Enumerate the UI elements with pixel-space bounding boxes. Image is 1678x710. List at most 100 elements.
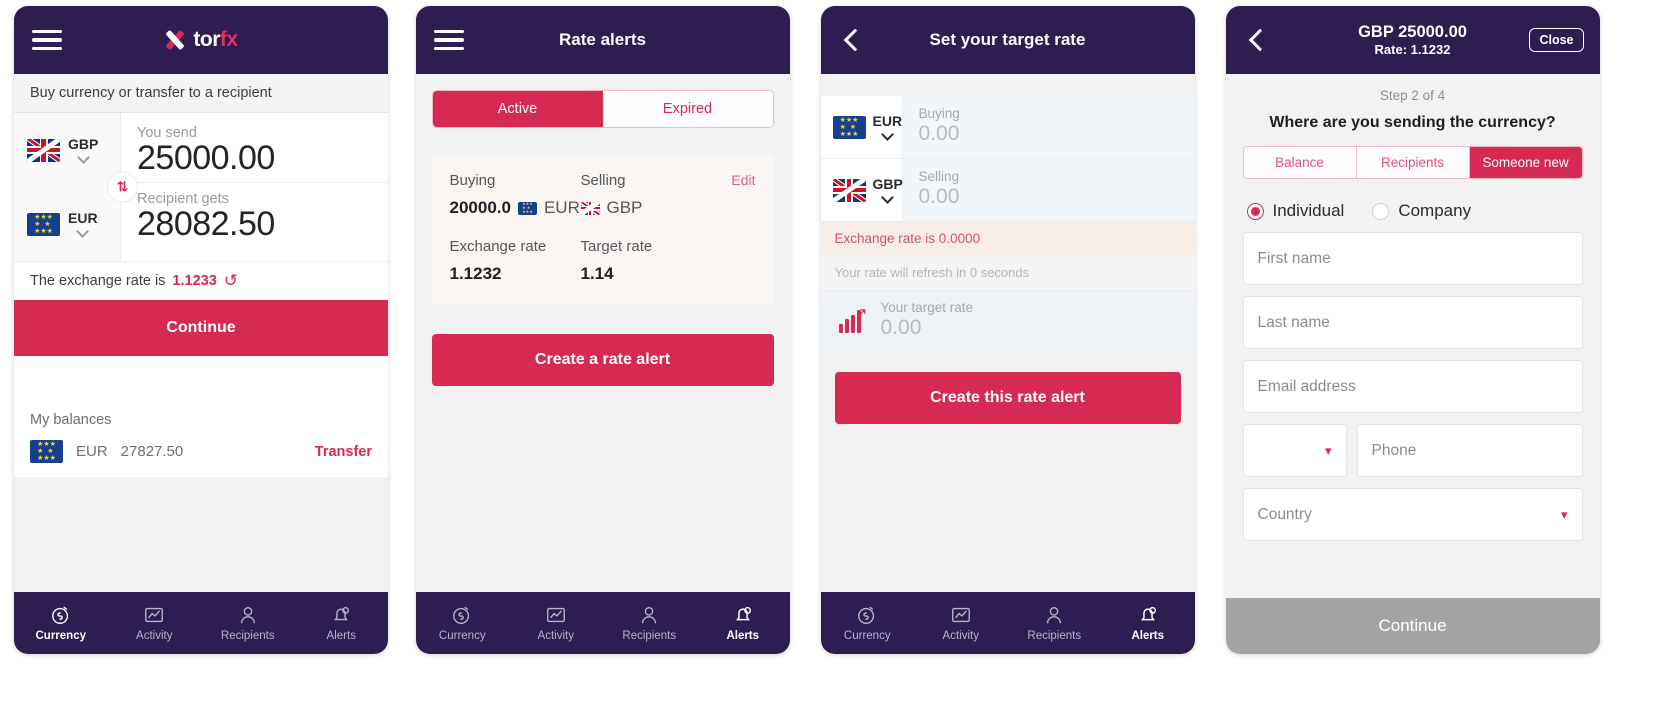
continue-button[interactable]: Continue: [1225, 598, 1600, 654]
radio-individual[interactable]: Individual: [1246, 201, 1344, 221]
exchange-rate-value: 1.1233: [172, 272, 217, 289]
phone-screen-set-target-rate: Set your target rate ★★★ ★ ★ ★★★ EUR Buyin…: [820, 6, 1195, 654]
country-select[interactable]: Country ▾: [1242, 488, 1583, 541]
nav-label-recipients: Recipients: [220, 630, 275, 642]
phone-row: ▾ Phone: [1242, 424, 1583, 477]
buying-label: Buying: [918, 106, 960, 121]
send-currency-code: GBP: [68, 135, 99, 152]
chart-icon: [143, 604, 165, 626]
hamburger-icon[interactable]: [32, 25, 62, 56]
nav-label-currency: Currency: [438, 630, 486, 642]
bell-icon: [732, 604, 754, 626]
bar-chart-up-icon: ↗: [838, 306, 868, 333]
phone-slot-3: Set your target rate ★★★ ★ ★ ★★★ EUR Buyin…: [805, 0, 1210, 710]
chevron-left-icon[interactable]: [1244, 27, 1270, 53]
swap-vertical-icon[interactable]: ⇅: [107, 171, 138, 203]
currency-clock-icon: [856, 604, 878, 626]
email-field[interactable]: Email address: [1242, 360, 1583, 413]
chevron-down-icon: ▾: [1324, 443, 1332, 458]
nav-item-currency[interactable]: Currency: [416, 592, 510, 654]
create-rate-alert-button[interactable]: Create a rate alert: [431, 334, 774, 386]
recipient-gets-amount[interactable]: 28082.50: [137, 205, 388, 244]
eu-flag-icon: ★★★ ★ ★ ★★★: [30, 440, 63, 463]
bottom-nav: Currency Activity Recipients Alerts: [14, 592, 388, 654]
nav-label-recipients: Recipients: [622, 630, 677, 642]
hamburger-icon[interactable]: [433, 25, 464, 56]
app-header: GBP 25000.00 Rate: 1.1232 Close: [1225, 6, 1600, 74]
refresh-icon[interactable]: ↺: [224, 272, 238, 289]
converter-amount-column: You send 25000.00 Recipient gets 28082.5…: [121, 113, 388, 261]
tab-expired[interactable]: Expired: [602, 91, 773, 127]
nav-label-recipients: Recipients: [1027, 630, 1082, 642]
target-rate-input-row[interactable]: ↗ Your target rate 0.00: [820, 291, 1195, 352]
selling-amount-input[interactable]: Selling 0.00: [902, 159, 1195, 221]
radio-label-company: Company: [1398, 201, 1472, 220]
logo-text-tor: tor: [193, 28, 220, 51]
dial-code-select[interactable]: ▾: [1242, 424, 1347, 477]
exchange-rate-label: The exchange rate is: [30, 272, 166, 289]
torfx-logo: torfx: [14, 28, 388, 52]
rate-alert-card[interactable]: Buying 20000.0 ★★★ ★ ★ ★★★ EUR Selling G…: [431, 156, 774, 304]
chevron-down-icon: [882, 193, 893, 204]
entity-type-radios: Individual Company: [1243, 201, 1583, 221]
tab-balance[interactable]: Balance: [1243, 147, 1357, 178]
receive-currency-selector[interactable]: ★★★ ★ ★ ★★★ EUR: [14, 187, 120, 261]
chevron-left-icon[interactable]: [839, 27, 865, 53]
tab-someone-new[interactable]: Someone new: [1469, 147, 1582, 178]
selling-currency-selector[interactable]: GBP: [820, 159, 903, 221]
exchange-rate-value: 1.1232: [449, 264, 502, 283]
close-button[interactable]: Close: [1529, 28, 1584, 52]
converter-currency-column: GBP ★★★ ★ ★ ★★★ EUR: [14, 113, 121, 261]
last-name-field[interactable]: Last name: [1242, 296, 1583, 349]
create-this-rate-alert-button[interactable]: Create this rate alert: [834, 372, 1181, 424]
edit-link[interactable]: Edit: [731, 172, 755, 188]
first-name-field[interactable]: First name: [1242, 232, 1583, 285]
transfer-link[interactable]: Transfer: [315, 444, 372, 460]
exchange-rate-note: Exchange rate is 0.0000: [820, 222, 1195, 255]
eu-flag-icon: ★★★ ★ ★ ★★★: [832, 115, 866, 139]
nav-label-activity: Activity: [942, 630, 979, 642]
tab-active[interactable]: Active: [432, 91, 603, 127]
alert-status-tabs: Active Expired: [431, 90, 774, 128]
nav-item-activity[interactable]: Activity: [914, 592, 1008, 654]
tab-recipients[interactable]: Recipients: [1356, 147, 1470, 178]
buying-amount-input[interactable]: Buying 0.00: [902, 96, 1195, 158]
nav-item-currency[interactable]: Currency: [14, 592, 108, 654]
screen2-body: Active Expired Buying 20000.0 ★★★ ★ ★ ★★★ …: [415, 74, 790, 592]
you-send-block[interactable]: You send 25000.00: [137, 121, 388, 182]
nav-item-activity[interactable]: Activity: [509, 592, 603, 654]
recipient-gets-block[interactable]: Recipient gets 28082.50: [137, 182, 388, 248]
target-rate-label: Target rate: [580, 238, 653, 255]
balance-list-item[interactable]: ★★★ ★ ★ ★★★ EUR 27827.50 Transfer: [30, 440, 372, 477]
chart-icon: [545, 604, 567, 626]
create-alert-cta-wrap: Create this rate alert: [820, 352, 1195, 424]
screen3-body: ★★★ ★ ★ ★★★ EUR Buying 0.00 GBP Selling …: [820, 74, 1195, 592]
phone-slot-2: Rate alerts Active Expired Buying 20000.…: [400, 0, 805, 710]
nav-item-recipients[interactable]: Recipients: [603, 592, 697, 654]
phone-screen-rate-alerts: Rate alerts Active Expired Buying 20000.…: [415, 6, 790, 654]
nav-item-currency[interactable]: Currency: [821, 592, 915, 654]
buying-currency: EUR: [543, 198, 580, 217]
buying-currency-selector[interactable]: ★★★ ★ ★ ★★★ EUR: [820, 96, 903, 158]
you-send-amount[interactable]: 25000.00: [137, 139, 388, 178]
selling-value: GBP: [580, 198, 712, 218]
buying-currency-code: EUR: [872, 112, 903, 129]
nav-item-alerts[interactable]: Alerts: [1101, 592, 1195, 654]
send-currency-selector[interactable]: GBP: [14, 113, 120, 187]
target-rate-value: 1.14: [580, 264, 614, 283]
exchange-rate-row: The exchange rate is 1.1233 ↺: [14, 261, 388, 300]
radio-company[interactable]: Company: [1372, 201, 1471, 221]
balance-currency: EUR: [76, 443, 108, 460]
nav-item-alerts[interactable]: Alerts: [696, 592, 790, 654]
nav-item-alerts[interactable]: Alerts: [295, 592, 389, 654]
radio-dot-icon: [1372, 202, 1390, 220]
nav-item-recipients[interactable]: Recipients: [201, 592, 295, 654]
selling-label: Selling: [580, 172, 626, 189]
nav-item-activity[interactable]: Activity: [108, 592, 202, 654]
chart-icon: [950, 604, 972, 626]
nav-label-alerts: Alerts: [726, 630, 760, 642]
nav-item-recipients[interactable]: Recipients: [1008, 592, 1102, 654]
nav-label-activity: Activity: [136, 630, 173, 642]
continue-button[interactable]: Continue: [14, 300, 388, 356]
phone-field[interactable]: Phone: [1356, 424, 1583, 477]
